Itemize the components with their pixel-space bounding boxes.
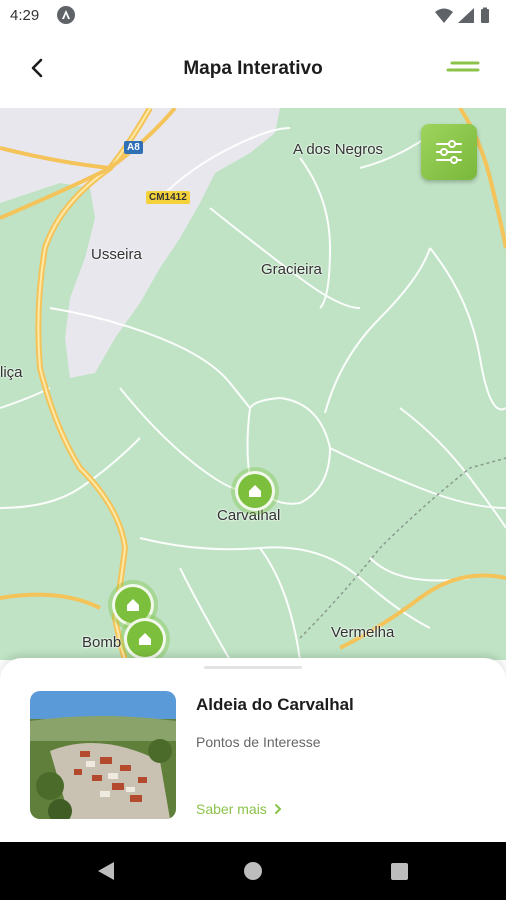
house-icon bbox=[139, 633, 151, 645]
place-label-lica: liça bbox=[0, 364, 23, 381]
signal-icon bbox=[458, 8, 474, 23]
map-view[interactable]: A dos Negros Usseira Gracieira liça Carv… bbox=[0, 108, 506, 660]
map-marker-cluster-2[interactable] bbox=[124, 618, 166, 660]
sheet-handle[interactable] bbox=[204, 666, 302, 669]
map-canvas[interactable] bbox=[0, 108, 506, 660]
saber-mais-label: Saber mais bbox=[196, 801, 267, 817]
poi-category: Pontos de Interesse bbox=[196, 734, 321, 750]
place-label-vermelha: Vermelha bbox=[331, 624, 395, 641]
filter-button[interactable] bbox=[421, 124, 477, 180]
poi-title: Aldeia do Carvalhal bbox=[196, 695, 354, 714]
menu-button[interactable] bbox=[446, 56, 482, 84]
map-marker-carvalhal[interactable] bbox=[235, 471, 275, 511]
poi-bottom-sheet[interactable]: Aldeia do Carvalhal Pontos de Interesse … bbox=[0, 658, 506, 842]
status-time: 4:29 bbox=[10, 7, 40, 24]
road-badge-a8: A8 bbox=[124, 141, 143, 154]
menu-lines-icon bbox=[446, 61, 480, 72]
road-badge-cm1412: CM1412 bbox=[146, 191, 190, 204]
app-notification-icon bbox=[57, 6, 75, 24]
back-triangle-icon[interactable] bbox=[98, 862, 114, 880]
poi-photo bbox=[30, 691, 176, 819]
battery-icon bbox=[481, 7, 489, 23]
place-label-usseira: Usseira bbox=[91, 246, 142, 263]
home-circle-icon[interactable] bbox=[244, 862, 262, 880]
system-nav-bar bbox=[0, 842, 506, 900]
status-icons bbox=[434, 6, 496, 26]
place-label-bombarral: Bomb bbox=[82, 634, 122, 651]
sliders-icon bbox=[436, 140, 462, 164]
place-label-a-dos-negros: A dos Negros bbox=[293, 141, 384, 158]
app-bar: Mapa Interativo bbox=[0, 32, 506, 108]
page-title: Mapa Interativo bbox=[183, 58, 323, 79]
house-icon bbox=[249, 485, 261, 497]
wifi-icon bbox=[435, 8, 453, 23]
recents-square-icon[interactable] bbox=[391, 863, 408, 880]
saber-mais-link[interactable]: Saber mais bbox=[196, 801, 283, 817]
status-bar: 4:29 bbox=[0, 0, 506, 32]
chevron-right-icon bbox=[274, 804, 282, 814]
place-label-gracieira: Gracieira bbox=[261, 261, 322, 278]
